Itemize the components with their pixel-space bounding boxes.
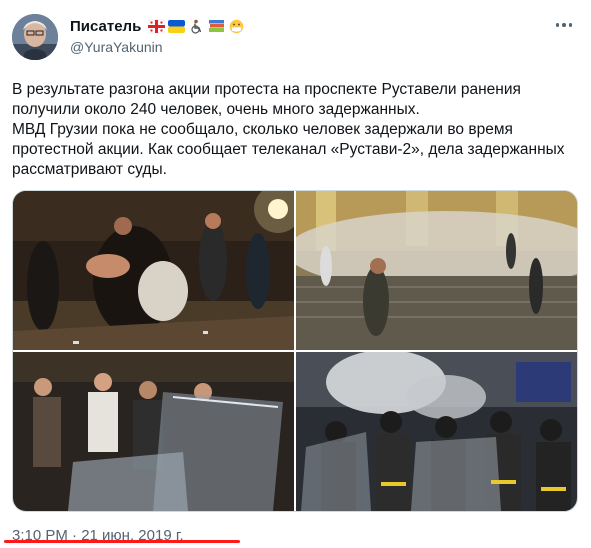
tweet-card: Писатель @YuraYakunin В результате разго… <box>0 0 591 548</box>
author-header: Писатель @YuraYakunin <box>70 16 245 55</box>
timestamp-highlight-underline <box>4 540 240 543</box>
georgia-flag-icon <box>148 19 166 33</box>
photo-tear-gas-steps[interactable] <box>296 191 577 350</box>
more-options-icon[interactable] <box>551 14 577 36</box>
tweet-paragraph-1: В результате разгона акции протеста на п… <box>12 81 521 118</box>
photo-crowd-riot-shields[interactable] <box>13 352 294 511</box>
tweet-text: В результате разгона акции протеста на п… <box>12 80 572 180</box>
wheelchair-icon <box>191 19 202 34</box>
books-icon <box>209 19 225 32</box>
author-handle[interactable]: @YuraYakunin <box>70 39 245 55</box>
author-avatar[interactable] <box>12 14 58 60</box>
photo-riot-police-smoke[interactable] <box>296 352 577 511</box>
tweet-media-grid <box>12 190 578 512</box>
tweet-paragraph-2: МВД Грузии пока не сообщало, сколько чел… <box>12 121 565 178</box>
ukraine-flag-icon <box>168 19 186 33</box>
photo-protest-carrying-injured[interactable] <box>13 191 294 350</box>
author-name[interactable]: Писатель <box>70 18 141 35</box>
face-mask-icon <box>230 19 244 33</box>
